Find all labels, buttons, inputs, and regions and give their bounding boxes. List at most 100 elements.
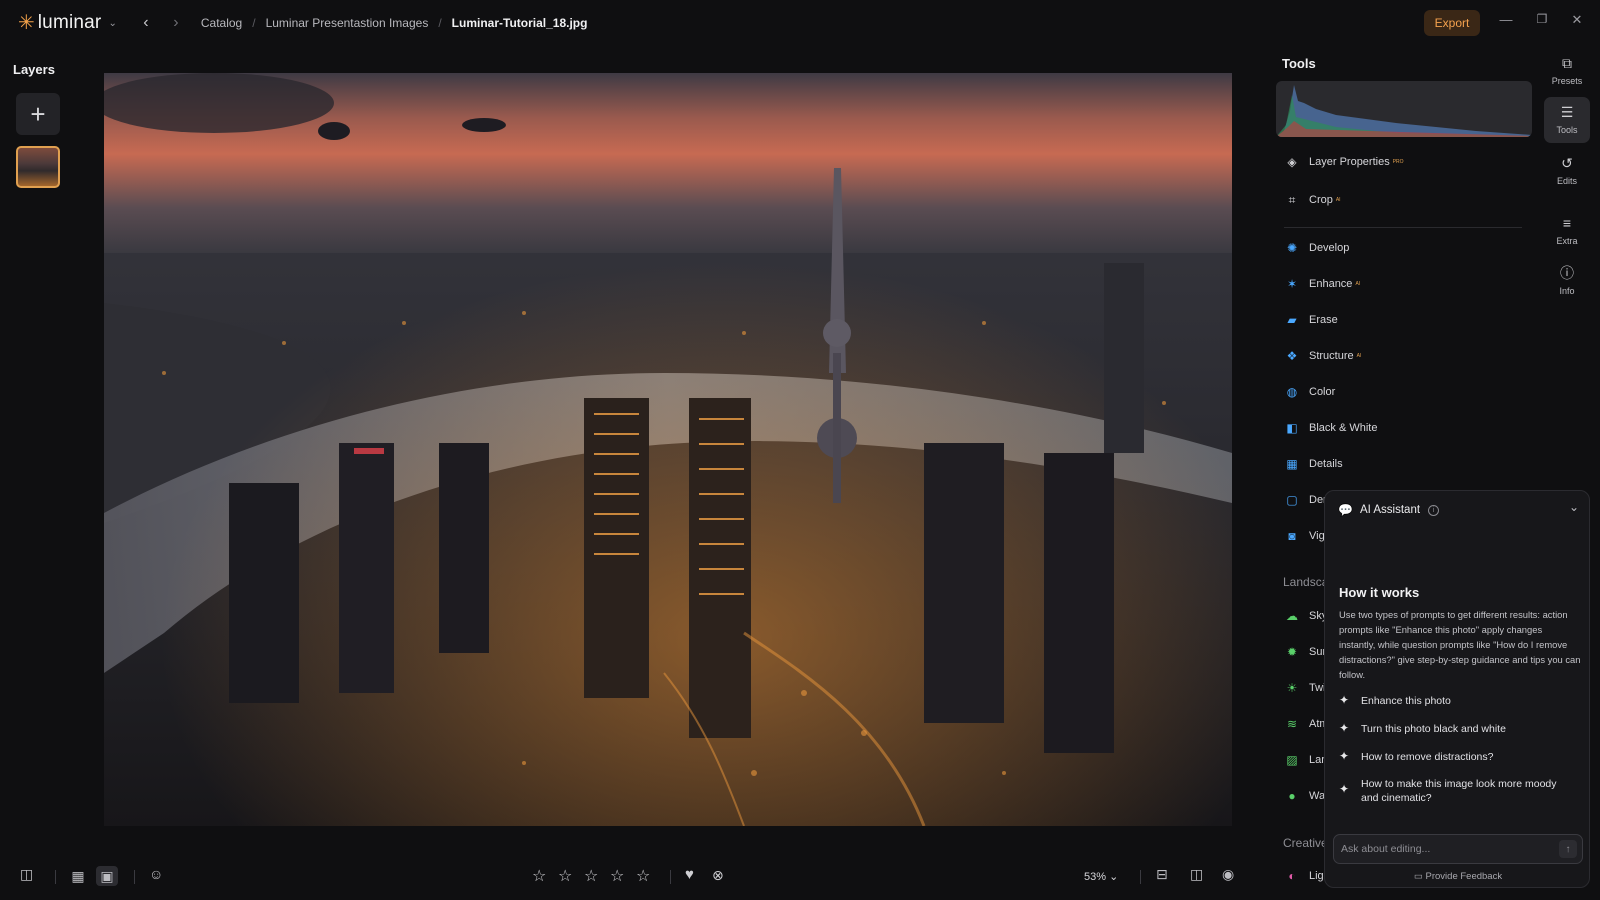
sun-icon: ✺ (1286, 241, 1298, 255)
light-icon: ◐ (1288, 869, 1296, 883)
sparkle-icon: ✦ (1339, 749, 1350, 763)
tool-atmosphere[interactable]: ≋ Atm (1284, 714, 1329, 734)
tool-color[interactable]: ◍ Color (1284, 382, 1336, 402)
prompt-suggestion[interactable]: ✦ How to remove distractions? (1339, 750, 1583, 764)
presets-icon: ⧉ (1562, 55, 1572, 71)
crop-icon: ⌗ (1288, 192, 1296, 207)
minimize-icon[interactable]: — (1497, 12, 1515, 27)
vignette-icon: ◙ (1288, 529, 1296, 543)
preview-eye-icon[interactable]: ◉ (1222, 866, 1234, 883)
reject-icon[interactable]: ⊗ (712, 867, 724, 884)
water-icon: ● (1288, 789, 1296, 803)
rating-star-icon[interactable]: ☆ (584, 866, 598, 886)
tool-erase[interactable]: ▰ Erase (1284, 310, 1337, 330)
rail-extra[interactable]: ≡ Extra (1544, 208, 1590, 254)
rating-star-icon[interactable]: ☆ (636, 866, 650, 886)
color-icon: ◍ (1286, 385, 1298, 399)
breadcrumb-album[interactable]: Luminar Presentastion Images (266, 16, 429, 30)
tool-details[interactable]: ▦ Details (1284, 454, 1342, 474)
sparkle-icon: ✦ (1339, 721, 1350, 735)
toolbar-separator (670, 870, 671, 884)
denoise-icon: ▢ (1286, 493, 1298, 507)
section-landscape: Landsca (1283, 575, 1329, 589)
provide-feedback-link[interactable]: ▭ Provide Feedback (1325, 871, 1591, 882)
list-icon: ≡ (1562, 215, 1572, 231)
sliders-icon: ☰ (1560, 104, 1574, 120)
breadcrumb-file: Luminar-Tutorial_18.jpg (451, 16, 588, 30)
breadcrumb-catalog[interactable]: Catalog (201, 16, 242, 30)
ai-assistant-title: AI Assistant (1359, 504, 1421, 516)
bw-icon: ◧ (1286, 421, 1298, 435)
zoom-level[interactable]: 53% ⌄ (1084, 870, 1118, 883)
rail-presets[interactable]: ⧉ Presets (1544, 48, 1590, 94)
tool-develop[interactable]: ✺ Develop (1284, 238, 1349, 258)
toolbar-separator (134, 870, 135, 884)
tool-layer-properties[interactable]: ◈ Layer Properties PRO (1284, 152, 1403, 172)
chevron-down-icon[interactable]: ⌄ (1569, 500, 1579, 514)
luminar-logo-icon: ✳ (18, 12, 35, 34)
back-arrow-icon[interactable]: ‹ (135, 14, 157, 32)
cloud-icon: ☁ (1286, 609, 1298, 623)
how-it-works-text: Use two types of prompts to get differen… (1339, 609, 1581, 680)
section-creative: Creative (1283, 836, 1328, 850)
tool-structure[interactable]: ❖ Structure AI (1284, 346, 1362, 366)
export-button[interactable]: Export (1424, 10, 1480, 36)
forward-arrow-icon[interactable]: › (165, 14, 187, 32)
landscape-icon: ▨ (1286, 753, 1298, 767)
rail-tools[interactable]: ☰ Tools (1544, 97, 1590, 143)
tool-black-white[interactable]: ◧ Black & White (1284, 418, 1377, 438)
feedback-icon: ▭ (1413, 871, 1426, 882)
sparkle-icon: ✦ (1339, 782, 1350, 796)
ask-about-editing-input[interactable] (1333, 834, 1583, 864)
tools-divider (1284, 227, 1522, 228)
rating-star-icon[interactable]: ☆ (558, 866, 572, 886)
add-layer-button[interactable]: + (16, 93, 60, 135)
prompt-suggestion[interactable]: ✦ Turn this photo black and white (1339, 722, 1583, 736)
rating-star-icon[interactable]: ☆ (532, 866, 546, 886)
chat-bubble-icon: 💬 (1338, 503, 1353, 517)
atmosphere-icon: ≋ (1286, 717, 1298, 731)
prompt-suggestion[interactable]: ✦ Enhance this photo (1339, 694, 1583, 708)
layer-thumbnail[interactable] (16, 146, 60, 188)
close-icon[interactable]: ✕ (1568, 12, 1586, 28)
prompt-suggestion[interactable]: ✦ How to make this image look more moody… (1339, 777, 1583, 805)
toggle-sidebar-icon[interactable]: ◫ (20, 866, 33, 883)
sparkle-icon: ✶ (1286, 277, 1298, 291)
single-view-icon[interactable]: ▣ (96, 866, 118, 886)
app-name: luminar (37, 12, 102, 33)
tool-crop[interactable]: ⌗ Crop AI (1284, 190, 1341, 210)
rail-edits[interactable]: ↺ Edits (1544, 148, 1590, 194)
tool-twilight[interactable]: ☀ Twil (1284, 678, 1328, 698)
tool-light[interactable]: ◐ Ligh (1284, 866, 1329, 886)
structure-icon: ❖ (1286, 349, 1298, 363)
layers-icon: ◈ (1287, 155, 1297, 169)
rating-star-icon[interactable]: ☆ (610, 866, 624, 886)
favorite-heart-icon[interactable]: ♥ (685, 866, 694, 883)
tools-title: Tools (1282, 56, 1316, 71)
fit-screen-icon[interactable]: ⊟ (1156, 866, 1168, 883)
info-icon[interactable]: i (1428, 504, 1440, 516)
app-menu[interactable]: ✳ luminar ⌄ (18, 12, 117, 34)
breadcrumb-separator: / (438, 16, 442, 30)
emoji-icon[interactable]: ☺ (149, 866, 163, 882)
tool-water[interactable]: ● Wat (1284, 786, 1328, 806)
top-bar: ✳ luminar ⌄ ‹ › Catalog / Luminar Presen… (0, 0, 1600, 46)
tool-sun[interactable]: ✹ Sun (1284, 642, 1329, 662)
ai-assistant-header: 💬 AI Assistant i (1338, 503, 1440, 517)
rail-info[interactable]: ⓘ Info (1544, 258, 1590, 304)
breadcrumb: Catalog / Luminar Presentastion Images /… (201, 16, 588, 30)
tool-sky[interactable]: ☁ Sky (1284, 606, 1327, 626)
city-photo-image (104, 73, 1232, 826)
toolbar-separator (1140, 870, 1141, 884)
sparkle-icon: ✦ (1339, 693, 1350, 707)
send-arrow-icon[interactable]: ↑ (1559, 840, 1577, 858)
restore-icon[interactable]: ❐ (1533, 12, 1551, 26)
tool-enhance[interactable]: ✶ Enhance AI (1284, 274, 1360, 294)
sunrays-icon: ✹ (1286, 645, 1298, 659)
grid-view-icon[interactable]: ▦ (67, 866, 89, 886)
tool-denoise[interactable]: ▢ Den (1284, 490, 1329, 510)
chevron-down-icon: ⌄ (1109, 871, 1119, 883)
chevron-down-icon: ⌄ (108, 17, 117, 29)
photo-canvas[interactable] (104, 73, 1232, 826)
compare-icon[interactable]: ◫ (1190, 866, 1203, 883)
